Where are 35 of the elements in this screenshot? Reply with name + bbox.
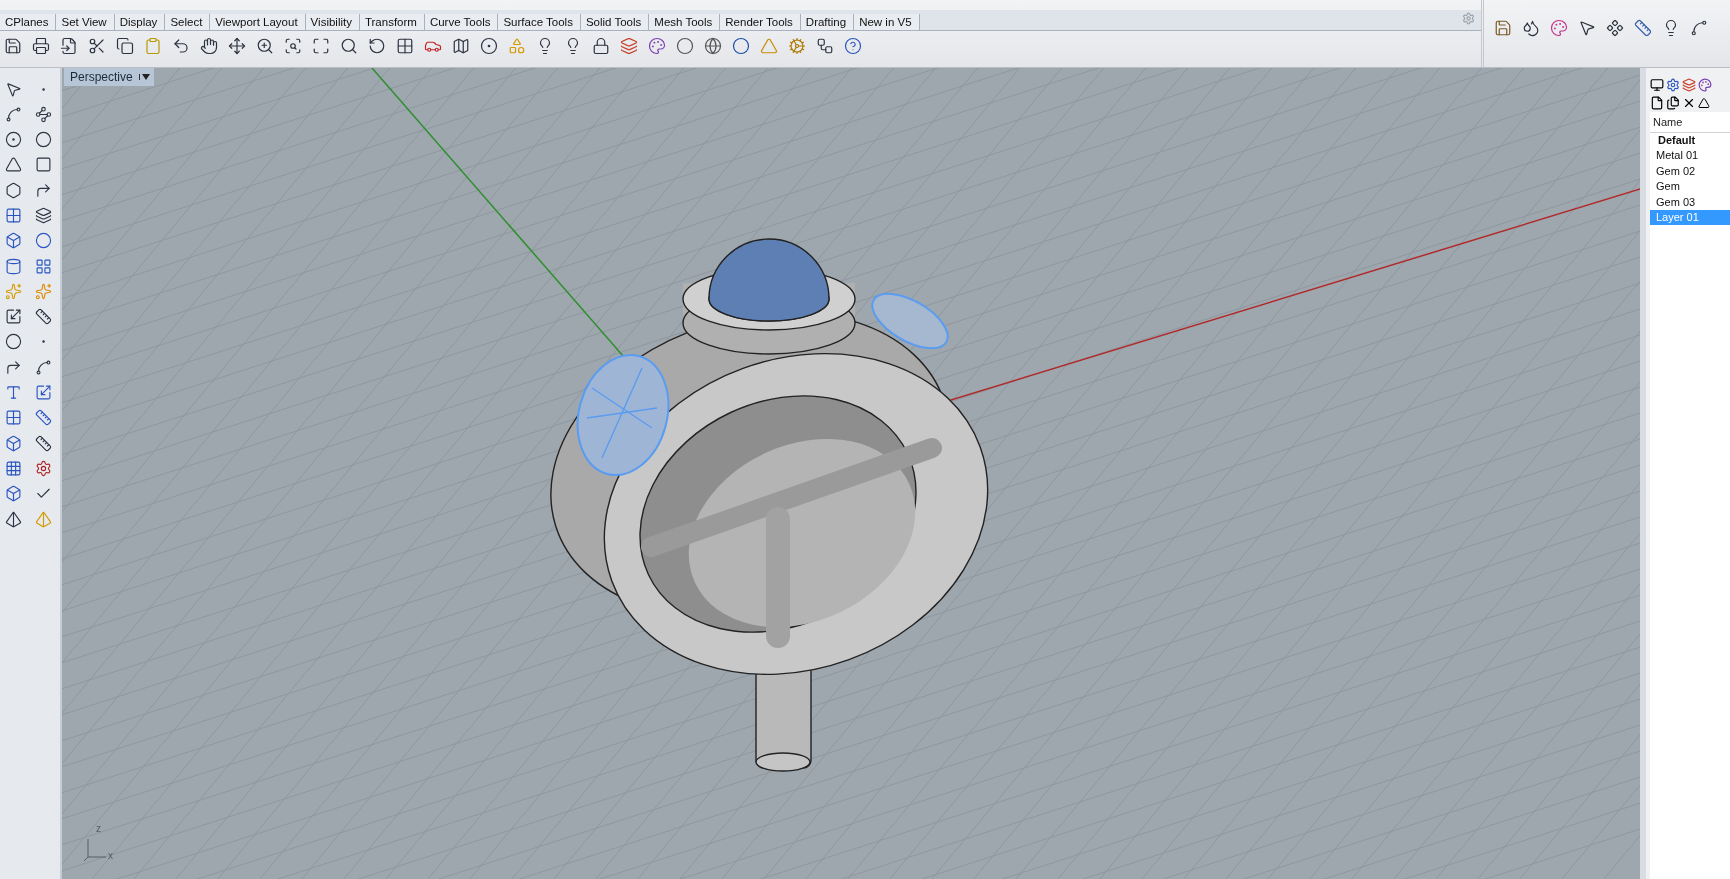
layer-row[interactable]: Default: [1650, 133, 1730, 149]
toolbar-tab[interactable]: Display: [114, 14, 166, 30]
axis-label: z: [96, 823, 101, 834]
layer-row[interactable]: Metal 01: [1650, 148, 1730, 164]
toolbar-tab[interactable]: Visibility: [305, 14, 360, 30]
toolbar-tab[interactable]: Solid Tools: [580, 14, 650, 30]
toolbar-tab[interactable]: Surface Tools: [498, 14, 581, 30]
toolbar-tab[interactable]: Render Tools: [720, 14, 801, 30]
axis-label: x: [108, 850, 113, 861]
toolbar-tab[interactable]: Drafting: [800, 14, 855, 30]
delete-icon[interactable]: [1682, 96, 1696, 110]
triangle-icon[interactable]: [1698, 97, 1710, 109]
caret-icon[interactable]: [138, 74, 150, 80]
toolbar-tab[interactable]: Viewport Layout: [210, 14, 306, 30]
new-layer-icon[interactable]: [1650, 96, 1664, 110]
layers-icon[interactable]: [1682, 78, 1696, 92]
viewport-title[interactable]: Perspective: [64, 68, 154, 86]
toolbar-tab[interactable]: Select: [165, 14, 211, 30]
layer-row[interactable]: Gem: [1650, 179, 1730, 195]
toolbar-tab[interactable]: CPlanes: [0, 14, 57, 30]
column-header[interactable]: Name: [1650, 112, 1730, 133]
toolbar-tab[interactable]: Mesh Tools: [649, 14, 721, 30]
axis-icon: [84, 839, 106, 861]
layer-row[interactable]: Gem 02: [1650, 163, 1730, 180]
color-wheel-icon[interactable]: [1698, 78, 1712, 92]
perspective-viewport[interactable]: Perspective z x: [62, 68, 1646, 879]
options-icon[interactable]: [1666, 78, 1680, 92]
toolbar-tab[interactable]: Set View: [56, 14, 115, 30]
toolbar-tab[interactable]: Curve Tools: [424, 14, 499, 30]
toolbar-tab[interactable]: Transform: [359, 14, 425, 30]
viewport-name: Perspective: [70, 70, 133, 84]
copy-layer-icon[interactable]: [1666, 96, 1680, 110]
monitor-icon[interactable]: [1650, 78, 1664, 92]
toolbar-tab[interactable]: New in V5: [854, 14, 920, 30]
layer-row[interactable]: Gem 03: [1650, 194, 1730, 210]
